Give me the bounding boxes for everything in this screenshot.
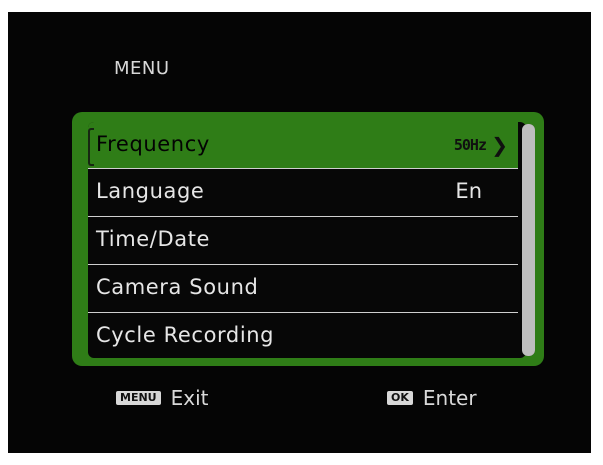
menu-item-label: Language xyxy=(96,179,205,203)
selection-bracket xyxy=(88,128,94,166)
menu-item-label: Time/Date xyxy=(96,227,211,251)
menu-item-label: Camera Sound xyxy=(96,275,259,299)
menu-item-cycle-recording[interactable]: Cycle Recording xyxy=(88,313,518,361)
menu-item-frequency[interactable]: Frequency 50Hz ❯ xyxy=(88,122,518,169)
ok-key-icon: OK xyxy=(387,391,413,405)
menu-title: MENU xyxy=(114,58,170,79)
enter-label: Enter xyxy=(422,386,477,410)
frequency-value: 50Hz xyxy=(453,136,487,154)
scrollbar[interactable] xyxy=(522,124,535,356)
exit-hint[interactable]: MENU Exit xyxy=(116,386,208,410)
menu-item-camera-sound[interactable]: Camera Sound xyxy=(88,265,518,313)
language-value: En xyxy=(455,179,482,203)
enter-hint[interactable]: OK Enter xyxy=(387,386,477,410)
menu-item-language[interactable]: Language En xyxy=(88,169,518,217)
scrollbar-thumb[interactable] xyxy=(522,124,535,356)
chevron-right-icon: ❯ xyxy=(491,133,508,157)
menu-item-time-date[interactable]: Time/Date xyxy=(88,217,518,265)
exit-label: Exit xyxy=(170,386,209,410)
menu-list: Frequency 50Hz ❯ Language En Time/Date C… xyxy=(88,122,518,361)
menu-key-icon: MENU xyxy=(116,391,161,405)
menu-item-label: Frequency xyxy=(96,132,210,156)
menu-item-label: Cycle Recording xyxy=(96,323,275,347)
